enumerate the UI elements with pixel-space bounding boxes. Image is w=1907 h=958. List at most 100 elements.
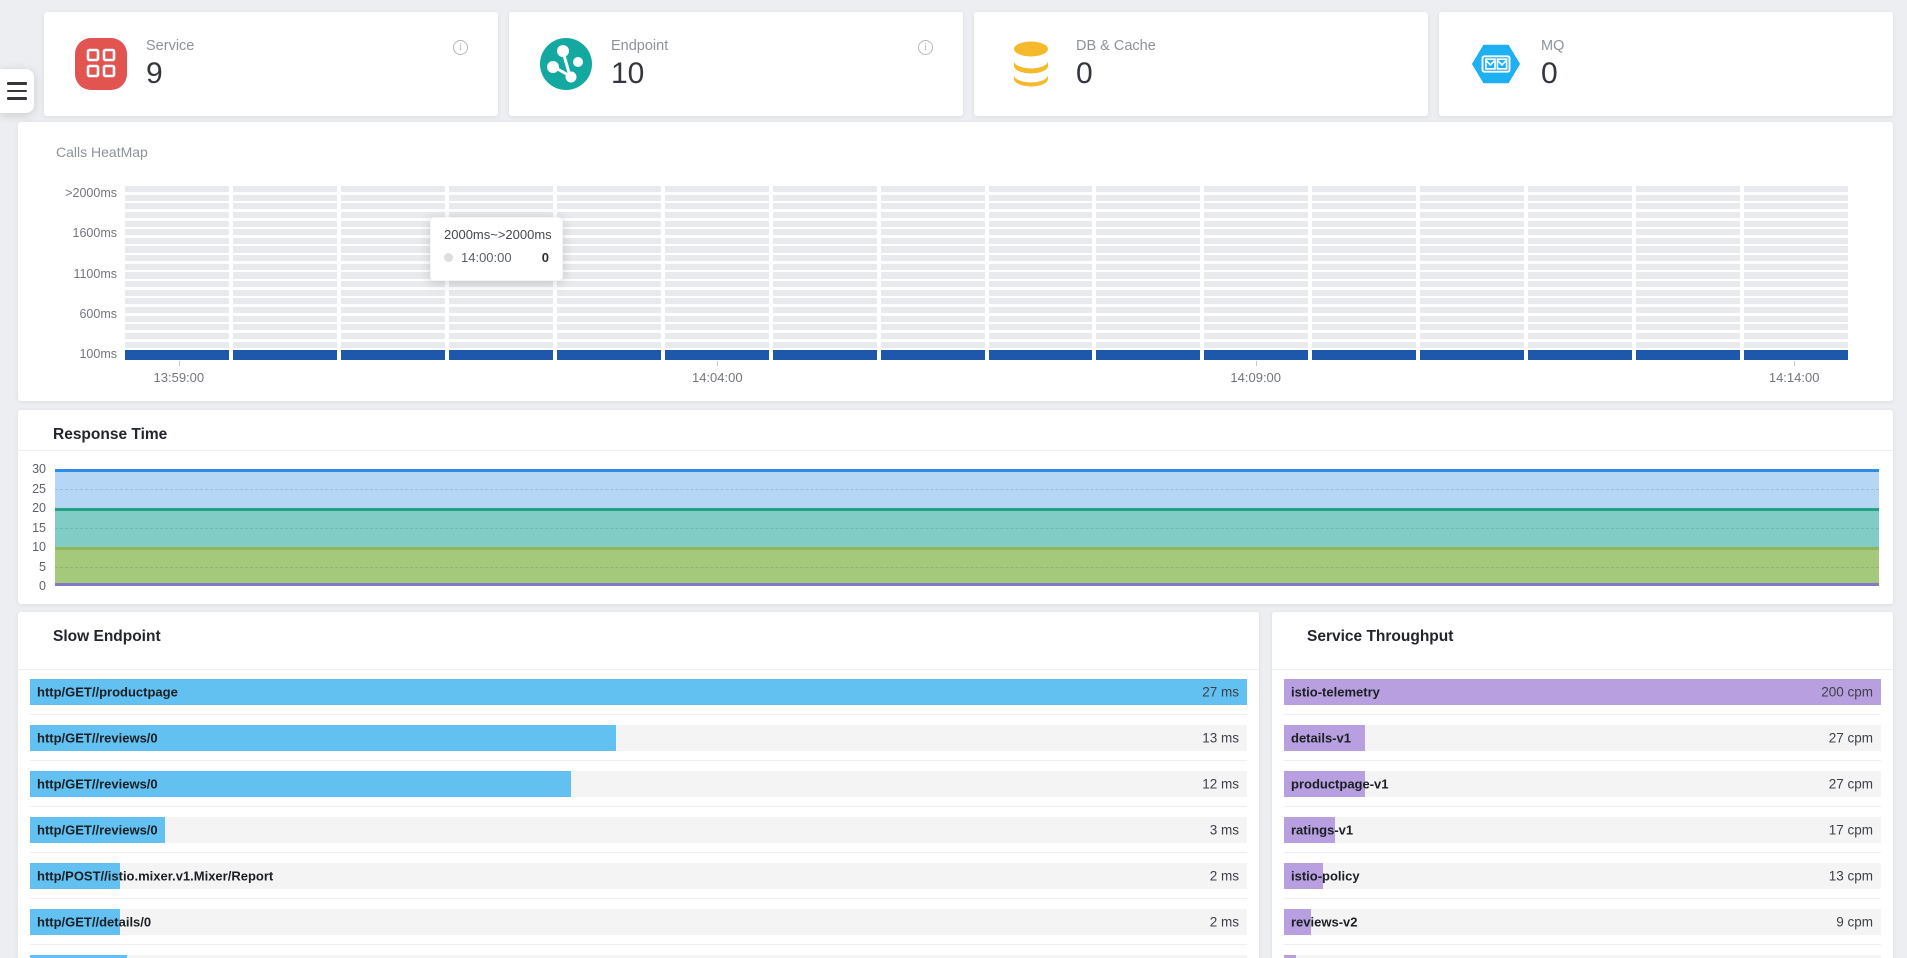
heatmap-cell bbox=[449, 298, 553, 304]
heatmap-x-tick bbox=[1256, 361, 1257, 366]
heatmap-cell bbox=[233, 342, 337, 348]
tooltip-value: 0 bbox=[542, 250, 549, 265]
heatmap-cell bbox=[233, 264, 337, 270]
bar-track: ratings-v117 cpm bbox=[1284, 817, 1881, 843]
response-time-y-axis-labels: 302520151050 bbox=[18, 469, 46, 586]
heatmap-cell bbox=[1096, 272, 1200, 278]
heatmap-cell bbox=[449, 307, 553, 313]
bar-row[interactable]: istio-policy13 cpm bbox=[1284, 853, 1881, 899]
heatmap-tooltip: 2000ms~>2000ms 14:00:00 0 bbox=[430, 217, 563, 281]
heatmap-cell bbox=[989, 186, 1093, 192]
heatmap-cell bbox=[1636, 264, 1740, 270]
heatmap-cell bbox=[1636, 229, 1740, 235]
response-time-chart[interactable] bbox=[55, 469, 1879, 586]
heatmap-cell bbox=[341, 307, 445, 313]
endpoint-topology-icon bbox=[539, 37, 593, 91]
heatmap-cell bbox=[773, 290, 877, 296]
calls-heatmap-plot[interactable] bbox=[125, 186, 1848, 361]
heatmap-cell bbox=[233, 186, 337, 192]
heatmap-cell bbox=[125, 229, 229, 235]
bar-track: http/GET//reviews/03 ms bbox=[30, 817, 1247, 843]
heatmap-cell bbox=[1744, 255, 1848, 261]
heatmap-cell bbox=[1204, 333, 1308, 339]
heatmap-cell bbox=[233, 298, 337, 304]
heatmap-cell bbox=[665, 212, 769, 218]
stat-card-service: Service 9 i bbox=[44, 12, 498, 116]
response-time-y-tick-label: 15 bbox=[32, 521, 46, 535]
heatmap-cell bbox=[125, 238, 229, 244]
heatmap-cell bbox=[233, 195, 337, 201]
bar-row-partial bbox=[30, 945, 1247, 958]
heatmap-cell bbox=[1744, 229, 1848, 235]
heatmap-cell bbox=[665, 307, 769, 313]
heatmap-cell bbox=[1528, 238, 1632, 244]
response-time-y-tick-label: 30 bbox=[32, 462, 46, 476]
heatmap-cell bbox=[1096, 229, 1200, 235]
heatmap-cell bbox=[665, 324, 769, 330]
bar-row[interactable]: http/POST//istio.mixer.v1.Mixer/Report2 … bbox=[30, 853, 1247, 899]
heatmap-cell bbox=[881, 272, 985, 278]
heatmap-cell bbox=[989, 272, 1093, 278]
heatmap-cell bbox=[1204, 186, 1308, 192]
heatmap-cell bbox=[1312, 342, 1416, 348]
heatmap-cell bbox=[1096, 307, 1200, 313]
heatmap-cell bbox=[1528, 246, 1632, 252]
heatmap-cell bbox=[125, 298, 229, 304]
heatmap-cell bbox=[989, 324, 1093, 330]
bar-row[interactable]: http/GET//productpage27 ms bbox=[30, 669, 1247, 715]
heatmap-cell bbox=[1204, 238, 1308, 244]
heatmap-cell bbox=[1096, 221, 1200, 227]
bar-row[interactable]: http/GET//details/02 ms bbox=[30, 899, 1247, 945]
heatmap-cell bbox=[1096, 255, 1200, 261]
heatmap-cell bbox=[1312, 298, 1416, 304]
bar-row[interactable]: http/GET//reviews/03 ms bbox=[30, 807, 1247, 853]
heatmap-cell bbox=[1312, 324, 1416, 330]
bar-row[interactable]: ratings-v117 cpm bbox=[1284, 807, 1881, 853]
zero-line bbox=[55, 583, 1879, 586]
heatmap-cell bbox=[1420, 281, 1524, 287]
heatmap-cell bbox=[1528, 281, 1632, 287]
menu-toggle-button[interactable] bbox=[0, 69, 34, 113]
heatmap-cell bbox=[665, 298, 769, 304]
info-icon[interactable]: i bbox=[918, 40, 933, 55]
heatmap-cell bbox=[125, 272, 229, 278]
bar-row[interactable]: http/GET//reviews/013 ms bbox=[30, 715, 1247, 761]
bar-row[interactable]: reviews-v29 cpm bbox=[1284, 899, 1881, 945]
heatmap-cell bbox=[341, 195, 445, 201]
heatmap-cell bbox=[233, 307, 337, 313]
heatmap-cell bbox=[1636, 281, 1740, 287]
heatmap-cell bbox=[1204, 212, 1308, 218]
heatmap-cell bbox=[1420, 324, 1524, 330]
heatmap-cell bbox=[1636, 221, 1740, 227]
heatmap-cell bbox=[1420, 186, 1524, 192]
heatmap-cell bbox=[557, 272, 661, 278]
heatmap-cell bbox=[449, 281, 553, 287]
info-icon[interactable]: i bbox=[453, 40, 468, 55]
heatmap-cell bbox=[1744, 350, 1848, 360]
heatmap-cell bbox=[1744, 238, 1848, 244]
response-time-y-tick-label: 10 bbox=[32, 540, 46, 554]
stat-card-endpoint: Endpoint 10 i bbox=[509, 12, 963, 116]
heatmap-cell bbox=[557, 203, 661, 209]
heatmap-cell bbox=[1420, 290, 1524, 296]
bar-track: http/GET//details/02 ms bbox=[30, 909, 1247, 935]
bar-row[interactable]: http/GET//reviews/012 ms bbox=[30, 761, 1247, 807]
bar-label: http/POST//istio.mixer.v1.Mixer/Report bbox=[37, 869, 273, 884]
heatmap-cell bbox=[1744, 333, 1848, 339]
heatmap-cell bbox=[557, 212, 661, 218]
heatmap-cell bbox=[557, 350, 661, 360]
heatmap-cell bbox=[1744, 281, 1848, 287]
heatmap-cell bbox=[1204, 307, 1308, 313]
bar-row[interactable]: productpage-v127 cpm bbox=[1284, 761, 1881, 807]
bar-row[interactable]: istio-telemetry200 cpm bbox=[1284, 669, 1881, 715]
bar-row[interactable]: details-v127 cpm bbox=[1284, 715, 1881, 761]
heatmap-cell bbox=[989, 203, 1093, 209]
service-throughput-list: istio-telemetry200 cpmdetails-v127 cpmpr… bbox=[1284, 669, 1881, 958]
heatmap-y-tick-label: 1600ms bbox=[73, 226, 117, 240]
heatmap-cell bbox=[665, 246, 769, 252]
heatmap-cell bbox=[881, 229, 985, 235]
heatmap-cell bbox=[1528, 298, 1632, 304]
heatmap-cell bbox=[881, 350, 985, 360]
heatmap-cell bbox=[1528, 212, 1632, 218]
heatmap-cell bbox=[1096, 212, 1200, 218]
